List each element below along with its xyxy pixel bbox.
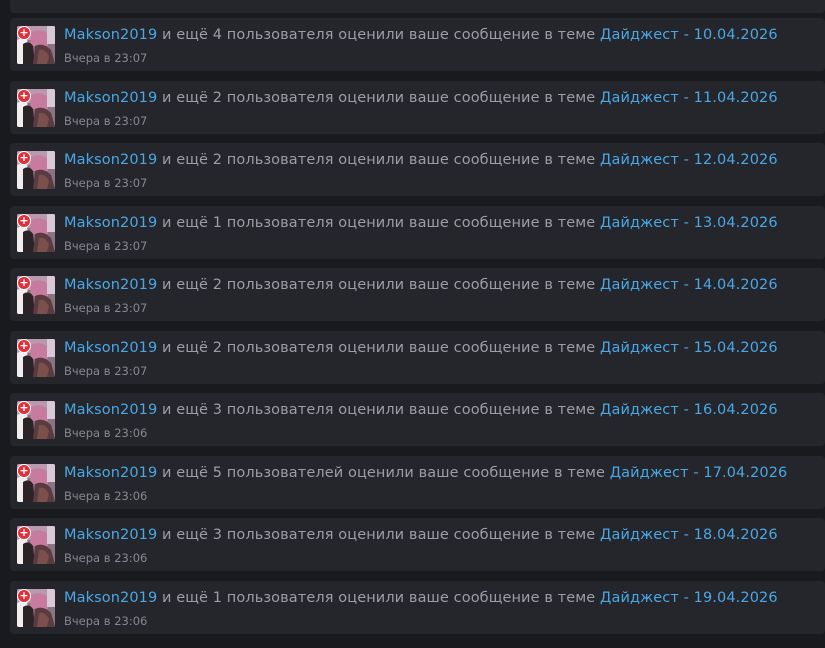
notification-message: и ещё 5 пользователей оценили ваше сообщ… <box>162 464 606 481</box>
thread-link[interactable]: Дайджест - 16.04.2026 <box>600 402 778 418</box>
username-link[interactable]: Makson2019 <box>64 90 157 106</box>
username-link[interactable]: Makson2019 <box>64 340 157 356</box>
username-link[interactable]: Makson2019 <box>64 27 157 43</box>
notification-item[interactable]: + Makson2019 и ещё 4 пользователя оценил… <box>10 18 825 71</box>
notification-text: Makson2019 и ещё 2 пользователя оценили … <box>64 152 778 168</box>
notification-timestamp: Вчера в 23:07 <box>64 301 148 315</box>
notification-timestamp: Вчера в 23:07 <box>64 176 148 190</box>
plus-reaction-icon: + <box>18 276 30 289</box>
username-link[interactable]: Makson2019 <box>64 590 157 606</box>
notification-message: и ещё 2 пользователя оценили ваше сообще… <box>162 339 596 356</box>
plus-reaction-icon: + <box>18 213 30 227</box>
thread-link[interactable]: Дайджест - 12.04.2026 <box>600 152 778 168</box>
notification-message: и ещё 3 пользователя оценили ваше сообще… <box>162 527 596 543</box>
plus-reaction-icon: + <box>18 588 30 602</box>
notification-timestamp: Вчера в 23:06 <box>64 488 148 503</box>
username-link[interactable]: Makson2019 <box>64 465 157 481</box>
notification-timestamp: Вчера в 23:07 <box>64 238 148 253</box>
notification-item[interactable]: + Makson2019 и ещё 1 пользователя оценил… <box>10 205 825 259</box>
thread-link[interactable]: Дайджест - 19.04.2026 <box>600 590 778 606</box>
thread-link[interactable]: Дайджест - 14.04.2026 <box>600 277 778 293</box>
notification-text: Makson2019 и ещё 2 пользователя оценили … <box>64 277 778 293</box>
username-link[interactable]: Makson2019 <box>64 277 157 293</box>
user-avatar[interactable]: + <box>17 26 55 64</box>
plus-reaction-icon: + <box>18 463 30 477</box>
notification-item[interactable]: + Makson2019 и ещё 3 пользователя оценил… <box>10 518 825 571</box>
notification-feed: + Makson2019 и ещё 4 пользователя оценил… <box>0 0 825 648</box>
notification-text: Makson2019 и ещё 5 пользователей оценили… <box>64 465 787 481</box>
user-avatar[interactable]: + <box>17 338 55 377</box>
plus-reaction-icon: + <box>18 401 30 414</box>
thread-link[interactable]: Дайджест - 18.04.2026 <box>600 527 778 543</box>
thread-link[interactable]: Дайджест - 13.04.2026 <box>600 215 778 231</box>
notification-text: Makson2019 и ещё 2 пользователя оценили … <box>64 340 778 356</box>
notification-timestamp: Вчера в 23:06 <box>64 551 148 565</box>
user-avatar[interactable]: + <box>17 588 55 627</box>
notification-item[interactable]: + Makson2019 и ещё 2 пользователя оценил… <box>10 268 825 321</box>
notification-timestamp: Вчера в 23:07 <box>64 51 148 65</box>
thread-link[interactable]: Дайджест - 17.04.2026 <box>610 465 788 481</box>
notification-text: Makson2019 и ещё 1 пользователя оценили … <box>64 590 778 606</box>
notification-timestamp: Вчера в 23:07 <box>64 113 148 128</box>
notification-item[interactable]: + Makson2019 и ещё 5 пользователей оцени… <box>10 455 825 509</box>
notification-item[interactable]: + Makson2019 и ещё 1 пользователя оценил… <box>10 580 825 634</box>
notification-item-partial[interactable] <box>10 0 825 13</box>
notification-message: и ещё 1 пользователя оценили ваше сообще… <box>162 214 596 231</box>
notification-item[interactable]: + Makson2019 и ещё 3 пользователя оценил… <box>10 393 825 446</box>
user-avatar[interactable]: + <box>17 401 55 439</box>
notification-text: Makson2019 и ещё 2 пользователя оценили … <box>64 90 778 106</box>
plus-reaction-icon: + <box>18 26 30 39</box>
notification-text: Makson2019 и ещё 4 пользователя оценили … <box>64 27 778 43</box>
notification-item[interactable]: + Makson2019 и ещё 2 пользователя оценил… <box>10 330 825 384</box>
user-avatar[interactable]: + <box>17 463 55 502</box>
notification-text: Makson2019 и ещё 1 пользователя оценили … <box>64 215 778 231</box>
username-link[interactable]: Makson2019 <box>64 527 157 543</box>
notification-message: и ещё 3 пользователя оценили ваше сообще… <box>162 402 596 418</box>
plus-reaction-icon: + <box>18 88 30 102</box>
notification-message: и ещё 2 пользователя оценили ваше сообще… <box>162 89 596 106</box>
plus-reaction-icon: + <box>18 526 30 539</box>
notification-message: и ещё 1 пользователя оценили ваше сообще… <box>162 589 596 606</box>
thread-link[interactable]: Дайджест - 15.04.2026 <box>600 340 778 356</box>
username-link[interactable]: Makson2019 <box>64 215 157 231</box>
thread-link[interactable]: Дайджест - 11.04.2026 <box>600 90 778 106</box>
notification-timestamp: Вчера в 23:07 <box>64 363 148 378</box>
plus-reaction-icon: + <box>18 151 30 164</box>
notification-message: и ещё 2 пользователя оценили ваше сообще… <box>162 277 596 293</box>
notification-message: и ещё 4 пользователя оценили ваше сообще… <box>162 27 596 43</box>
notification-item[interactable]: + Makson2019 и ещё 2 пользователя оценил… <box>10 143 825 196</box>
notification-text: Makson2019 и ещё 3 пользователя оценили … <box>64 402 778 418</box>
plus-reaction-icon: + <box>18 338 30 352</box>
user-avatar[interactable]: + <box>17 88 55 127</box>
username-link[interactable]: Makson2019 <box>64 152 157 168</box>
user-avatar[interactable]: + <box>17 151 55 189</box>
notification-text: Makson2019 и ещё 3 пользователя оценили … <box>64 527 778 543</box>
user-avatar[interactable]: + <box>17 213 55 252</box>
username-link[interactable]: Makson2019 <box>64 402 157 418</box>
notification-message: и ещё 2 пользователя оценили ваше сообще… <box>162 152 596 168</box>
notification-timestamp: Вчера в 23:06 <box>64 613 148 628</box>
user-avatar[interactable]: + <box>17 276 55 314</box>
notification-timestamp: Вчера в 23:06 <box>64 426 148 440</box>
thread-link[interactable]: Дайджест - 10.04.2026 <box>600 27 778 43</box>
user-avatar[interactable]: + <box>17 526 55 564</box>
notification-item[interactable]: + Makson2019 и ещё 2 пользователя оценил… <box>10 80 825 134</box>
